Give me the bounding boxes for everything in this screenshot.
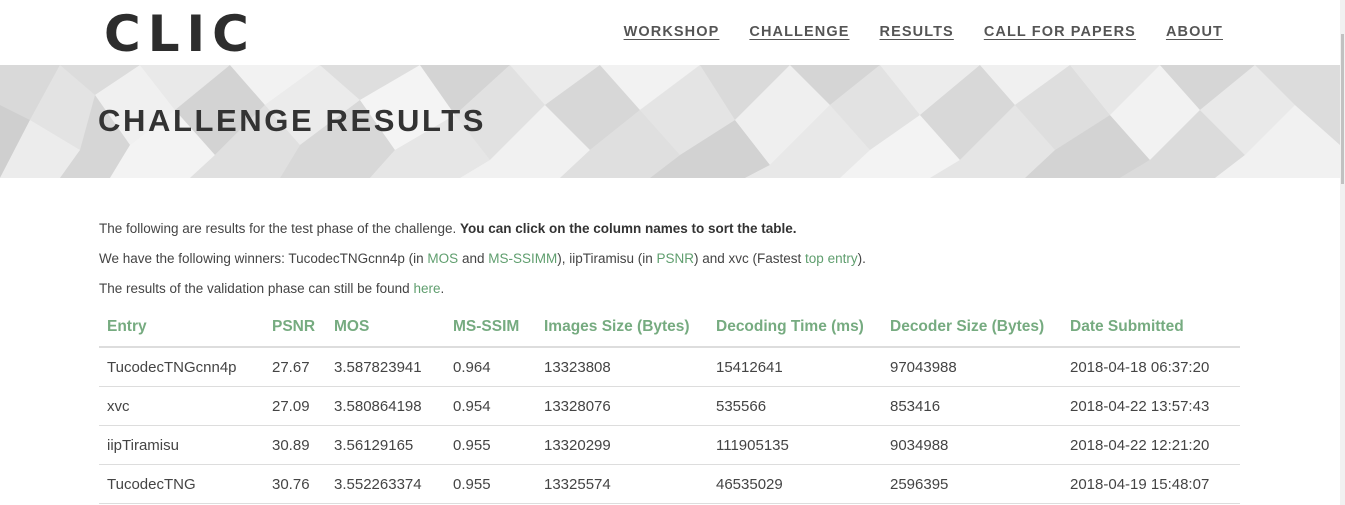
column-header-images-size[interactable]: Images Size (Bytes) [536,308,708,348]
winners-text-b: and [458,251,489,266]
table-row: TucodecTNG 30.76 3.552263374 0.955 13325… [99,464,1240,504]
winners-text-e: ). [857,251,866,266]
column-header-decoding-time[interactable]: Decoding Time (ms) [708,308,882,348]
page-scrollbar[interactable] [1340,0,1345,505]
cell-ms-ssim: 0.955 [445,464,536,504]
page-banner: CHALLENGE RESULTS [0,65,1340,178]
cell-mos: 3.552263374 [326,464,445,504]
cell-date-submitted: 2018-04-18 06:37:20 [1062,347,1240,387]
column-header-entry[interactable]: Entry [99,308,264,348]
validation-text-a: The results of the validation phase can … [99,281,414,296]
table-row: xvc 27.09 3.580864198 0.954 13328076 535… [99,386,1240,426]
column-header-date-submitted[interactable]: Date Submitted [1062,308,1240,348]
cell-ms-ssim: 0.964 [445,347,536,387]
column-header-mos[interactable]: MOS [326,308,445,348]
cell-images-size: 13325574 [536,464,708,504]
cell-entry: iipTiramisu [99,425,264,465]
cell-psnr: 30.76 [264,464,326,504]
link-top-entry[interactable]: top entry [805,251,858,266]
cell-psnr: 27.67 [264,347,326,387]
cell-decoder-size: 2596395 [882,464,1062,504]
cell-ms-ssim: 0.955 [445,425,536,465]
nav-call-for-papers[interactable]: CALL FOR PAPERS [984,24,1136,40]
cell-ms-ssim: 0.954 [445,386,536,426]
intro-line-1: The following are results for the test p… [99,214,1240,244]
nav-workshop[interactable]: WORKSHOP [624,24,720,40]
cell-decoding-time: 15412641 [708,347,882,387]
cell-decoding-time: 535566 [708,386,882,426]
winners-text-a: We have the following winners: TucodecTN… [99,251,428,266]
winners-text-c: ), iipTiramisu (in [557,251,657,266]
page-title: CHALLENGE RESULTS [98,103,487,138]
link-psnr[interactable]: PSNR [656,251,694,266]
winners-line: We have the following winners: TucodecTN… [99,244,1240,274]
intro-line-1-bold: You can click on the column names to sor… [459,221,797,236]
cell-images-size: 13323808 [536,347,708,387]
cell-entry: TucodecTNG [99,464,264,504]
validation-text-b: . [440,281,445,296]
column-header-ms-ssim[interactable]: MS-SSIM [445,308,536,348]
cell-images-size: 13328076 [536,386,708,426]
site-header: CLIC WORKSHOP CHALLENGE RESULTS CALL FOR… [0,0,1340,65]
validation-line: The results of the validation phase can … [99,274,1240,304]
column-header-psnr[interactable]: PSNR [264,308,326,348]
site-logo[interactable]: CLIC [104,8,256,60]
intro-text: The following are results for the test p… [99,214,1240,304]
cell-psnr: 30.89 [264,425,326,465]
link-ms-ssim[interactable]: MS-SSIMM [488,251,557,266]
column-header-decoder-size[interactable]: Decoder Size (Bytes) [882,308,1062,348]
cell-psnr: 27.09 [264,386,326,426]
table-row: TucodecTNGcnn4p 27.67 3.587823941 0.964 … [99,347,1240,387]
cell-date-submitted: 2018-04-22 13:57:43 [1062,386,1240,426]
cell-decoder-size: 9034988 [882,425,1062,465]
cell-decoder-size: 853416 [882,386,1062,426]
scrollbar-thumb[interactable] [1341,34,1344,184]
winners-text-d: ) and xvc (Fastest [694,251,806,266]
main-nav: WORKSHOP CHALLENGE RESULTS CALL FOR PAPE… [624,24,1223,40]
cell-mos: 3.587823941 [326,347,445,387]
nav-about[interactable]: ABOUT [1166,24,1223,40]
cell-date-submitted: 2018-04-22 12:21:20 [1062,425,1240,465]
cell-decoding-time: 111905135 [708,425,882,465]
cell-mos: 3.580864198 [326,386,445,426]
link-validation-here[interactable]: here [413,281,440,296]
table-header-row: Entry PSNR MOS MS-SSIM Images Size (Byte… [99,308,1240,348]
cell-decoding-time: 46535029 [708,464,882,504]
nav-results[interactable]: RESULTS [880,24,954,40]
intro-line-1-text: The following are results for the test p… [99,221,460,236]
cell-images-size: 13320299 [536,425,708,465]
results-table: Entry PSNR MOS MS-SSIM Images Size (Byte… [99,308,1240,504]
cell-entry: TucodecTNGcnn4p [99,347,264,387]
cell-decoder-size: 97043988 [882,347,1062,387]
cell-date-submitted: 2018-04-19 15:48:07 [1062,464,1240,504]
table-row: iipTiramisu 30.89 3.56129165 0.955 13320… [99,425,1240,465]
link-mos[interactable]: MOS [427,251,458,266]
cell-entry: xvc [99,386,264,426]
page: CHALLENGE RESULTS CLIC WORKSHOP CHALLENG… [0,0,1345,505]
nav-challenge[interactable]: CHALLENGE [749,24,849,40]
cell-mos: 3.56129165 [326,425,445,465]
